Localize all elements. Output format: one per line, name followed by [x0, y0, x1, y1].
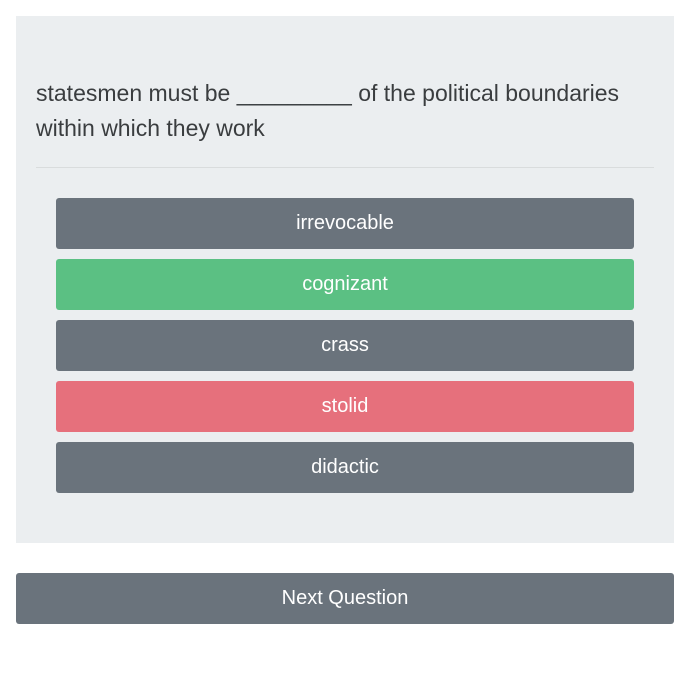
answers-container: irrevocable cognizant crass stolid didac… — [36, 198, 654, 493]
answer-option-4[interactable]: didactic — [56, 442, 634, 493]
question-text: statesmen must be _________ of the polit… — [36, 76, 654, 168]
quiz-card: statesmen must be _________ of the polit… — [16, 16, 674, 543]
answer-option-1[interactable]: cognizant — [56, 259, 634, 310]
answer-option-3[interactable]: stolid — [56, 381, 634, 432]
answer-option-0[interactable]: irrevocable — [56, 198, 634, 249]
next-question-button[interactable]: Next Question — [16, 573, 674, 624]
answer-option-2[interactable]: crass — [56, 320, 634, 371]
